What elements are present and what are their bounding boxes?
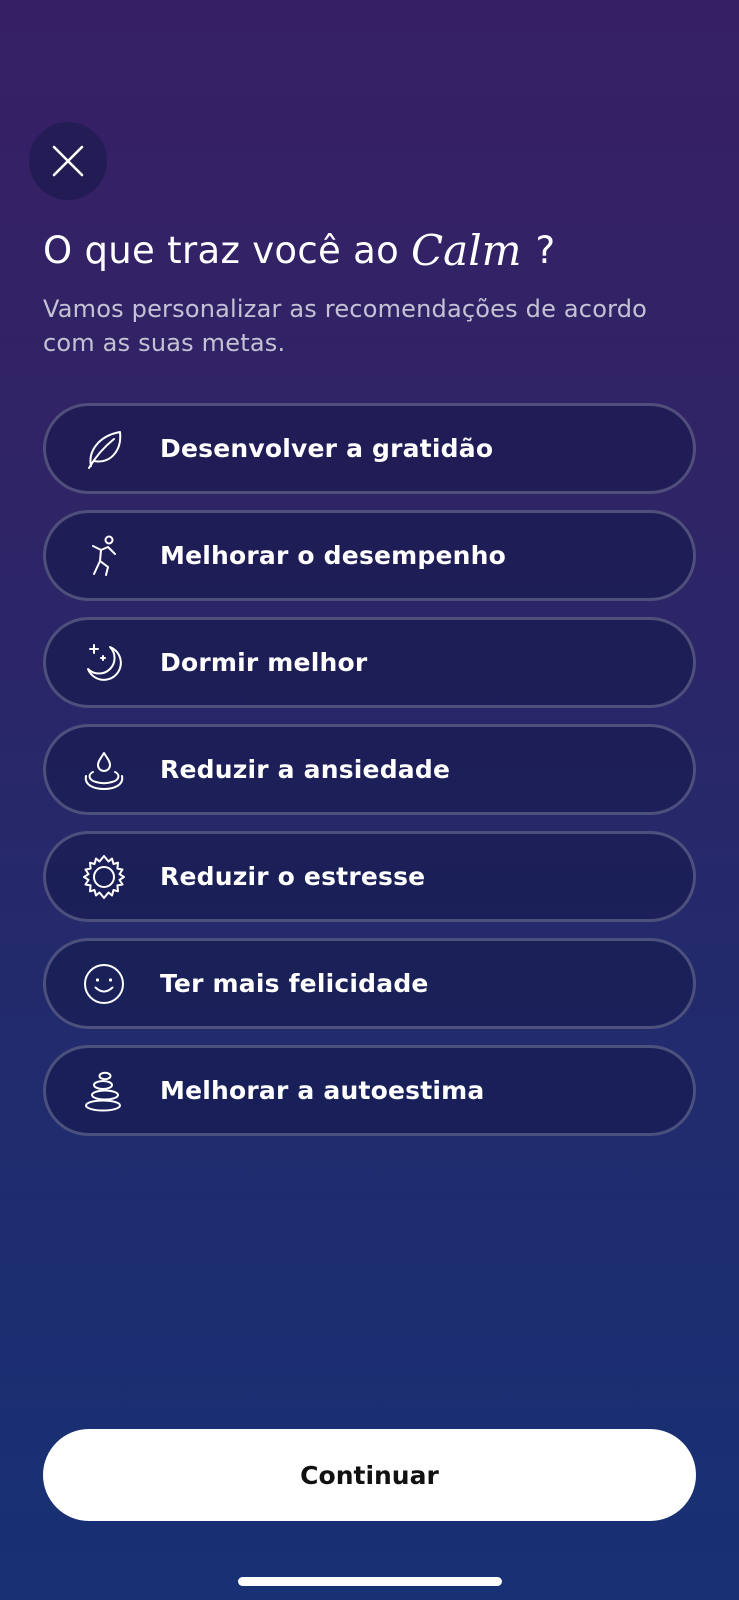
page-title: O que traz você ao Calm ? [43, 222, 555, 278]
home-indicator[interactable] [238, 1577, 502, 1586]
goal-label: Ter mais felicidade [160, 969, 429, 998]
goal-label: Melhorar o desempenho [160, 541, 507, 570]
page-subtitle: Vamos personalizar as recomendações de a… [43, 295, 648, 357]
goal-option-sleep[interactable]: Dormir melhor [43, 617, 696, 708]
goal-option-gratitude[interactable]: Desenvolver a gratidão [43, 403, 696, 494]
stacked-stones-icon [80, 1067, 128, 1115]
close-button[interactable] [29, 122, 107, 200]
leaf-icon [80, 425, 128, 473]
sun-icon [80, 853, 128, 901]
goal-option-anxiety[interactable]: Reduzir a ansiedade [43, 724, 696, 815]
goal-option-performance[interactable]: Melhorar o desempenho [43, 510, 696, 601]
goal-option-stress[interactable]: Reduzir o estresse [43, 831, 696, 922]
continue-button[interactable]: Continuar [43, 1429, 696, 1521]
calm-logo: Calm [411, 225, 522, 275]
goal-label: Dormir melhor [160, 648, 368, 677]
goal-label: Melhorar a autoestima [160, 1076, 485, 1105]
close-icon [51, 144, 85, 178]
goal-option-self-esteem[interactable]: Melhorar a autoestima [43, 1045, 696, 1136]
smiley-icon [80, 960, 128, 1008]
goal-options-list: Desenvolver a gratidão Melhorar o desemp… [43, 403, 696, 1152]
running-figure-icon [80, 532, 128, 580]
water-drop-ripple-icon [80, 746, 128, 794]
title-text: O que traz você ao [43, 228, 400, 272]
title-question-mark: ? [535, 228, 556, 272]
goal-label: Desenvolver a gratidão [160, 434, 494, 463]
goal-label: Reduzir o estresse [160, 862, 426, 891]
goal-option-happiness[interactable]: Ter mais felicidade [43, 938, 696, 1029]
goal-label: Reduzir a ansiedade [160, 755, 451, 784]
moon-stars-icon [80, 639, 128, 687]
